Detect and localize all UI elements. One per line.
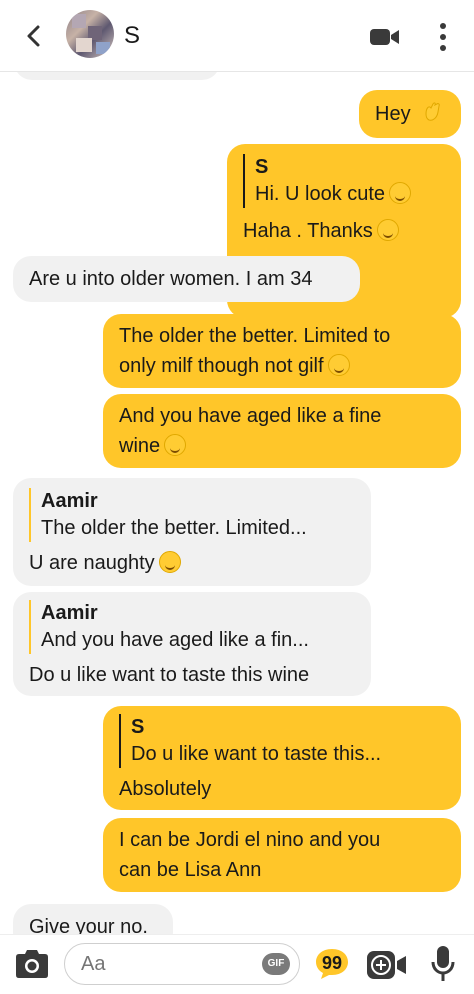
speech-bubble-icon[interactable]: 99 [314,947,350,981]
quote-author: Aamir [41,602,98,624]
quoted-message: S Hi. U look cute [243,154,445,208]
message-text: Hey [375,103,411,125]
message-text: U are naughty [29,548,355,578]
message-bubble-partial [14,72,220,80]
quoted-message: Aamir And you have aged like a fin... [29,600,355,654]
message-bubble[interactable]: Hey [359,90,461,138]
more-vertical-icon[interactable] [436,22,450,52]
chat-header: S [0,0,474,72]
message-text-line: I can be Jordi el nino and you [119,829,381,851]
message-list[interactable]: Hey S Hi. U look cute Haha . Thanks Are … [0,72,474,934]
message-text: Give your no. [29,916,148,934]
chevron-left-icon[interactable] [20,22,48,50]
message-bubble[interactable]: Aamir And you have aged like a fin... Do… [13,592,371,696]
grinning-face-icon [158,551,181,573]
message-bubble[interactable]: I can be Jordi el nino and you can be Li… [103,818,461,892]
message-bubble[interactable]: And you have aged like a fine wine [103,394,461,468]
microphone-icon[interactable] [430,945,456,983]
quote-author: Aamir [41,490,98,512]
avatar[interactable] [66,10,114,58]
contact-name[interactable]: S [124,22,140,50]
quote-text: Do u like want to taste this... [131,743,382,765]
message-text: Do u like want to taste this wine [29,664,310,686]
quoted-message: Aamir The older the better. Limited... [29,488,355,542]
camera-icon[interactable] [14,949,50,979]
message-text: Absolutely [119,778,212,800]
star-struck-icon [389,182,412,204]
message-text-line: only milf though not gilf [119,351,445,381]
message-text-line: wine [119,431,445,461]
video-camera-icon[interactable] [370,27,400,47]
quote-text: Hi. U look cute [255,180,445,208]
message-text-line: And you have aged like a fine [119,405,382,427]
message-bubble[interactable]: The older the better. Limited to only mi… [103,314,461,388]
game-icon[interactable] [366,949,408,981]
message-bubble[interactable]: S Do u like want to taste this... Absolu… [103,706,461,810]
quote-author: S [131,716,145,738]
drooling-face-icon [164,434,187,456]
quote-author: S [255,156,269,178]
composer-bar: GIF 99 [0,934,474,994]
message-text-line: can be Lisa Ann [119,859,262,881]
smiling-face-icon [376,219,399,241]
quote-text: The older the better. Limited... [41,517,307,539]
message-text: Are u into older women. I am 34 [29,268,313,290]
message-bubble[interactable]: Aamir The older the better. Limited... U… [13,478,371,586]
gif-button[interactable]: GIF [262,953,290,975]
message-text-line: The older the better. Limited to [119,325,391,347]
message-bubble[interactable]: Give your no. [13,904,173,934]
message-bubble[interactable]: Are u into older women. I am 34 [13,256,360,302]
svg-text:99: 99 [322,953,342,973]
waving-hand-icon [425,102,440,121]
quote-text: And you have aged like a fin... [41,629,309,651]
quoted-message: S Do u like want to taste this... [119,714,445,768]
grinning-sweat-icon [327,354,350,376]
message-text: Haha . Thanks [243,216,445,246]
